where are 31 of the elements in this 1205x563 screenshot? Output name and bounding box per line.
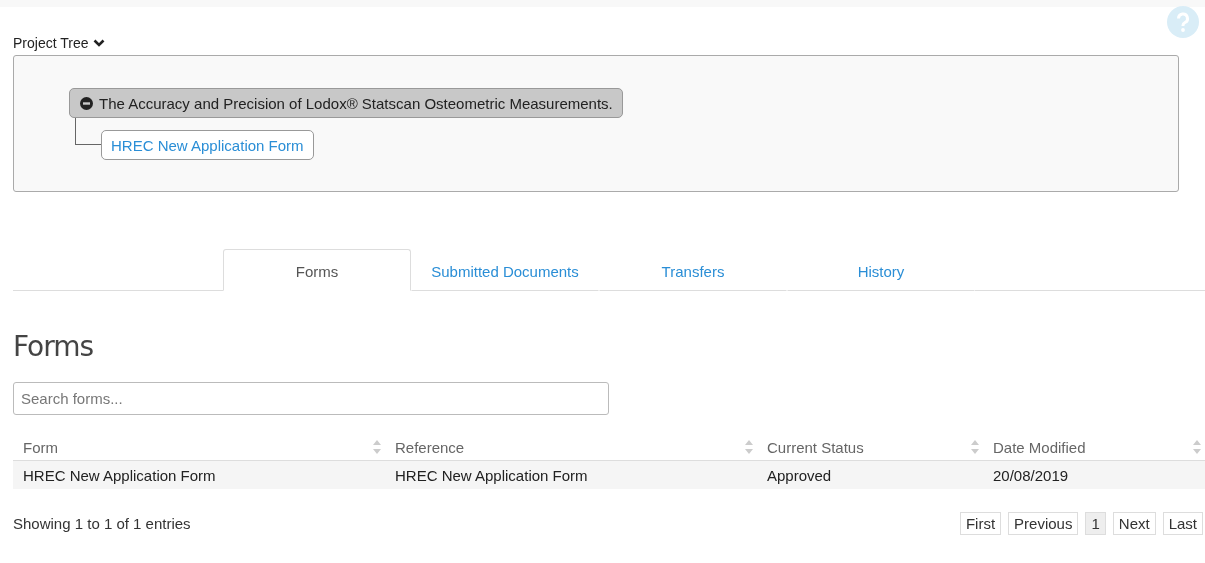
- page-button[interactable]: First: [959, 512, 1002, 535]
- page-button[interactable]: Next: [1112, 512, 1156, 535]
- chevron-down-icon[interactable]: [93, 38, 106, 48]
- tab[interactable]: History: [787, 249, 975, 291]
- tree-node[interactable]: The Accuracy and Precision of Lodox® Statscan Osteometric Measurements.: [69, 88, 623, 118]
- table-cell: HREC New Application Form: [385, 460, 757, 489]
- table-cell: Approved: [757, 460, 983, 489]
- column-header[interactable]: Current Status: [757, 434, 983, 461]
- collapse-icon[interactable]: [80, 96, 93, 110]
- page-button[interactable]: Last: [1162, 512, 1203, 535]
- entries-info: Showing 1 to 1 of 1 entries: [13, 515, 191, 532]
- page-button[interactable]: Previous: [1008, 512, 1079, 535]
- search-field[interactable]: Search forms...: [13, 382, 609, 415]
- column-header[interactable]: Form: [13, 434, 385, 461]
- tab[interactable]: Forms: [223, 249, 411, 291]
- tree-node-link[interactable]: HREC New Application Form: [101, 130, 314, 160]
- sort-icon[interactable]: [373, 440, 381, 454]
- tab[interactable]: Transfers: [599, 249, 787, 291]
- tree-node-label: The Accuracy and Precision of Lodox® Statscan Osteometric Measurements.: [99, 94, 613, 112]
- sort-icon[interactable]: [971, 440, 979, 454]
- project-tree-label[interactable]: Project Tree: [13, 35, 89, 51]
- table-cell: 20/08/2019: [983, 460, 1205, 489]
- page-button[interactable]: 1: [1085, 512, 1106, 535]
- help-icon[interactable]: [1167, 6, 1199, 38]
- table-cell: HREC New Application Form: [13, 460, 385, 489]
- sort-icon[interactable]: [1193, 440, 1201, 454]
- column-header[interactable]: Reference: [385, 434, 757, 461]
- column-header[interactable]: Date Modified: [983, 434, 1205, 461]
- section-title: Forms: [13, 330, 95, 363]
- tab[interactable]: Submitted Documents: [411, 249, 599, 291]
- sort-icon[interactable]: [745, 440, 753, 454]
